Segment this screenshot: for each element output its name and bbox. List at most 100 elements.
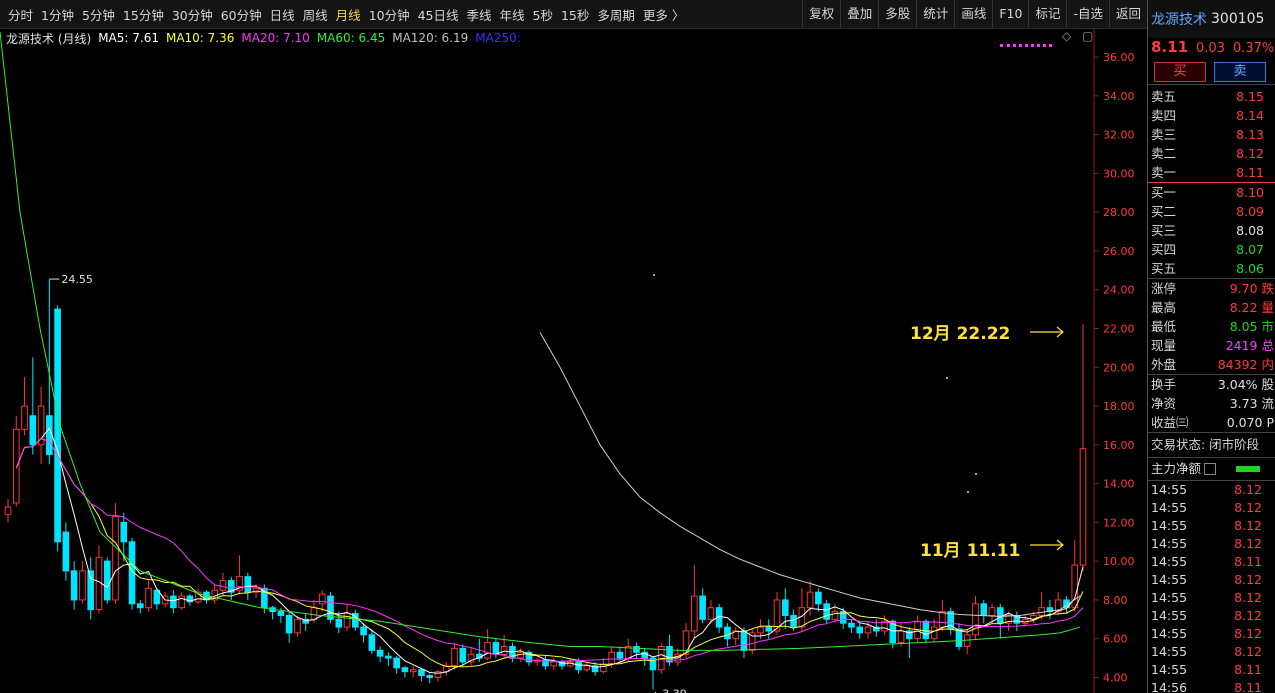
tick-row-9: 14:55 8.12 [1148,643,1275,661]
tool-button-4[interactable]: 画线 [954,0,992,28]
net-flow-label: 主力净额 [1151,461,1202,476]
tick-list[interactable]: 14:55 8.12 14:55 8.12 14:55 8.12 14:55 8.12 14:5… [1148,480,1275,693]
candle-body [318,593,326,605]
candle-body [790,614,797,628]
period-tab-12[interactable]: 年线 [496,5,529,24]
candle-body [740,630,748,651]
tool-button-0[interactable]: 复权 [802,0,840,28]
candle-body [335,618,343,628]
period-tab-16[interactable]: 更多 〉 [639,5,688,24]
y-tick-label: 18.00 [1103,400,1135,413]
tick-row-2: 14:55 8.12 [1148,517,1275,535]
period-tab-7[interactable]: 周线 [299,5,332,24]
y-tick-label: 12.00 [1103,516,1135,529]
period-tab-4[interactable]: 30分钟 [168,5,217,24]
stat2-value: 0.070 P [1226,415,1274,430]
kline-svg[interactable]: 4.00 6.00 8.00 10.00 12.00 14.00 16.00 18.00 20.… [0,28,1147,693]
candle-body [343,613,351,628]
tick-price: 8.12 [1234,518,1262,533]
bid-row-3: 买四 8.07 [1148,240,1275,259]
y-tick-label: 16.00 [1103,439,1135,452]
period-tab-6[interactable]: 日线 [266,5,299,24]
pct-change: 0.37% [1232,41,1275,56]
candle-body [29,415,37,446]
period-tab-1[interactable]: 1分钟 [37,5,78,24]
candle-body [823,603,830,620]
period-tab-15[interactable]: 多周期 [593,5,639,24]
bid-book: 买一 8.10 买二 8.09 买三 8.08 买四 8.07 买五 8.06 [1148,182,1275,278]
stat-value: 8.22 量 [1229,300,1274,315]
marker-dot [967,491,969,493]
candle-body [459,647,467,663]
tick-row-10: 14:55 8.11 [1148,661,1275,679]
candle-body [757,626,764,634]
list-icon[interactable] [1204,463,1217,475]
period-tab-8[interactable]: 月线 [332,5,365,24]
candle-body [633,645,640,653]
y-tick-label: 4.00 [1103,671,1128,684]
tool-button-7[interactable]: -自选 [1066,0,1109,28]
bid-label: 买五 [1151,261,1177,276]
candle-body [103,560,111,601]
period-tab-5[interactable]: 60分钟 [217,5,266,24]
tick-price: 8.11 [1234,554,1262,569]
candle-body [294,618,301,634]
tick-time: 14:55 [1151,662,1188,677]
stat2-value: 3.73 流 [1229,396,1274,411]
ask-value: 8.15 [1236,89,1264,104]
tool-button-3[interactable]: 统计 [916,0,954,28]
kline-chart[interactable]: 4.00 6.00 8.00 10.00 12.00 14.00 16.00 18.00 20.… [0,28,1147,693]
bid-label: 买二 [1151,204,1177,219]
bid-value: 8.09 [1236,204,1264,219]
candle-body [401,667,409,673]
tick-price: 8.11 [1234,662,1262,677]
candle-body [806,591,814,609]
period-tab-0[interactable]: 分时 [4,5,37,24]
tool-button-5[interactable]: F10 [992,0,1028,28]
candle-body [145,587,152,609]
tick-price: 8.12 [1234,608,1262,623]
candle-body [939,611,946,628]
ask-value: 8.11 [1236,165,1264,180]
bid-label: 买四 [1151,242,1177,257]
candle-body [996,607,1004,624]
stat2-row-2: 收益㈢ 0.070 P [1148,413,1275,432]
candle-body [707,607,715,620]
candle-body [988,607,996,616]
period-tab-11[interactable]: 季线 [463,5,496,24]
ask-label: 卖二 [1151,146,1177,161]
tool-button-6[interactable]: 标记 [1028,0,1066,28]
period-tab-9[interactable]: 10分钟 [365,5,414,24]
tool-button-2[interactable]: 多股 [878,0,916,28]
stat-label: 涨停 [1151,281,1177,296]
candle-body [170,595,177,609]
buy-button[interactable]: 买 [1154,62,1206,82]
candle-body [492,642,500,655]
period-tab-14[interactable]: 15秒 [557,5,593,24]
y-tick-label: 24.00 [1103,284,1135,297]
period-tab-13[interactable]: 5秒 [529,5,557,24]
period-tab-2[interactable]: 5分钟 [78,5,119,24]
tool-button-1[interactable]: 叠加 [840,0,878,28]
period-tab-10[interactable]: 45日线 [414,5,463,24]
tool-button-8[interactable]: 返回 [1108,0,1147,28]
candle-body [112,516,119,601]
stat-row-1: 最高 8.22 量 [1148,298,1275,317]
tick-time: 14:55 [1151,626,1188,641]
period-tab-3[interactable]: 15分钟 [119,5,168,24]
chart-toolbar: 分时 1分钟 5分钟 15分钟 30分钟 60分钟 日线 周线 月线 10分钟 45日线 季线 年线 5秒… [0,0,1147,29]
candle-body [1079,448,1087,566]
candle-body [79,570,86,601]
stock-code: 300105 [1211,11,1265,27]
tick-row-0: 14:55 8.12 [1148,481,1275,499]
sell-button[interactable]: 卖 [1214,62,1266,82]
annotation-nov: 11月 11.11 [920,541,1021,561]
bid-value: 8.06 [1236,261,1264,276]
candle-body [724,626,731,640]
candle-body [500,645,508,655]
stat-value: 9.70 跌 [1229,281,1274,296]
y-tick-label: 34.00 [1103,90,1135,103]
y-tick-label: 14.00 [1103,478,1135,491]
candle-body [244,576,252,593]
candle-body [4,506,12,516]
